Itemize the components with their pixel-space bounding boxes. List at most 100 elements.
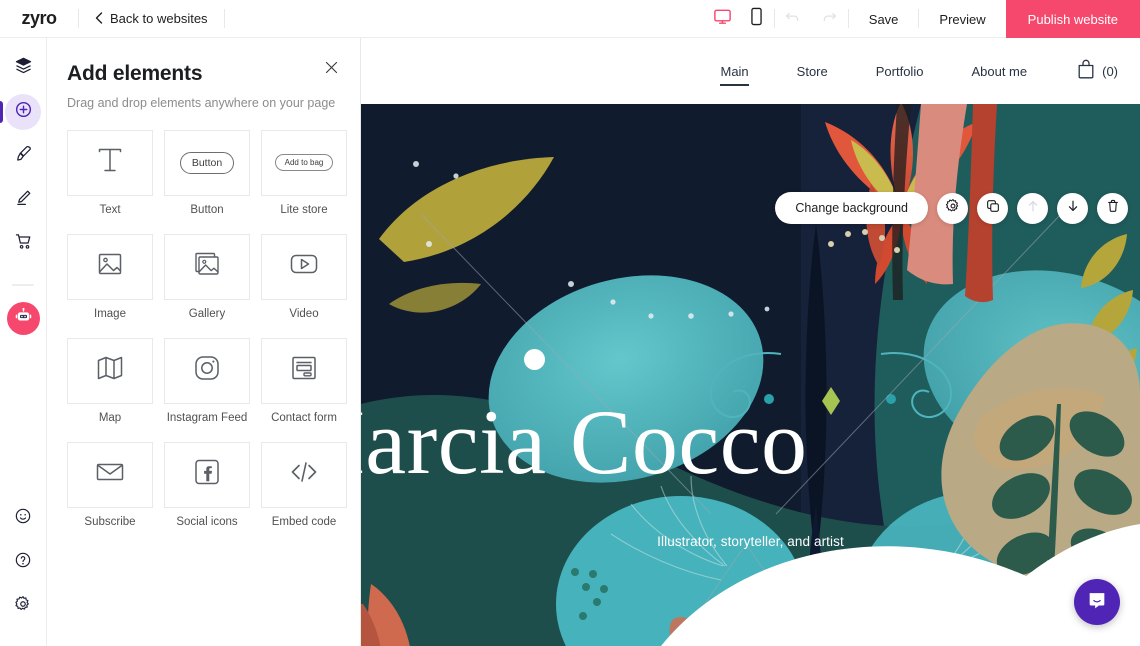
- duplicate-copy-icon: [985, 198, 1001, 219]
- element-tile: Button: [164, 129, 250, 196]
- element-card-lite-store[interactable]: Add to bag Lite store: [261, 129, 347, 216]
- element-card-contact-form[interactable]: Contact form: [261, 337, 347, 424]
- plus-circle-icon: [14, 100, 33, 124]
- element-label: Gallery: [188, 307, 226, 320]
- move-section-up-button[interactable]: [1017, 192, 1048, 224]
- back-to-websites-button[interactable]: Back to websites: [79, 0, 224, 37]
- website-navigation: Main Store Portfolio About me (0): [361, 38, 1140, 104]
- redo-button[interactable]: [812, 0, 848, 38]
- left-sidebar-rail: [0, 38, 47, 646]
- arrow-down-icon: [1065, 198, 1081, 219]
- element-label: Lite store: [280, 203, 328, 216]
- panel-subtitle: Drag and drop elements anywhere on your …: [67, 96, 336, 110]
- element-tile: [261, 441, 347, 508]
- shopping-bag-icon: [1077, 59, 1095, 84]
- element-tile: [164, 233, 250, 300]
- ai-assistant-button[interactable]: [6, 302, 40, 335]
- nav-link-about-me[interactable]: About me: [947, 64, 1051, 79]
- element-tile: [67, 129, 153, 196]
- element-tile: [261, 233, 347, 300]
- sidebar-item-blog[interactable]: [5, 182, 41, 218]
- element-card-map[interactable]: Map: [67, 337, 153, 424]
- embed-code-icon: [287, 455, 321, 494]
- element-card-subscribe[interactable]: Subscribe: [67, 441, 153, 528]
- instagram-icon: [191, 352, 223, 389]
- intercom-chat-icon: [1086, 589, 1108, 616]
- robot-assistant-icon: [14, 307, 33, 331]
- redo-arrow-icon: [821, 8, 838, 30]
- publish-website-button[interactable]: Publish website: [1005, 0, 1140, 38]
- element-label: Button: [190, 203, 224, 216]
- hero-section[interactable]: Marcia Cocco Illustrator, storyteller, a…: [361, 104, 1140, 646]
- sidebar-item-sections[interactable]: [5, 50, 41, 86]
- element-card-instagram-feed[interactable]: Instagram Feed: [164, 337, 250, 424]
- sidebar-item-feedback[interactable]: [5, 500, 41, 536]
- hero-title[interactable]: Marcia Cocco: [361, 396, 1140, 488]
- cart-button[interactable]: (0): [1051, 59, 1118, 84]
- hero-subtitle[interactable]: Illustrator, storyteller, and artist: [361, 534, 1140, 549]
- gear-settings-icon: [945, 198, 961, 219]
- close-panel-button[interactable]: [322, 60, 340, 78]
- undo-button[interactable]: [775, 0, 811, 38]
- change-background-button[interactable]: Change background: [775, 192, 928, 224]
- element-label: Image: [94, 307, 126, 320]
- element-label: Instagram Feed: [166, 411, 248, 424]
- element-tile: [261, 337, 347, 404]
- desktop-monitor-icon: [713, 7, 732, 31]
- nav-link-main[interactable]: Main: [696, 64, 772, 86]
- button-pill-icon: Button: [179, 151, 235, 174]
- element-card-video[interactable]: Video: [261, 233, 347, 320]
- question-help-icon: [14, 551, 32, 574]
- arrow-up-icon: [1025, 198, 1041, 219]
- element-label: Text: [99, 203, 121, 216]
- device-switcher: [706, 0, 774, 37]
- chevron-left-icon: [95, 11, 103, 26]
- facebook-icon: [191, 456, 223, 493]
- elements-grid: Text Button Button Add to bag Lite store: [67, 129, 347, 546]
- element-card-social-icons[interactable]: Social icons: [164, 441, 250, 528]
- element-card-image[interactable]: Image: [67, 233, 153, 320]
- element-tile: [164, 337, 250, 404]
- layers-icon: [14, 56, 33, 80]
- chat-widget-button[interactable]: [1074, 579, 1120, 625]
- element-resize-handle[interactable]: [524, 349, 545, 370]
- preview-button[interactable]: Preview: [919, 0, 1005, 38]
- duplicate-section-button[interactable]: [977, 192, 1008, 224]
- nav-link-portfolio[interactable]: Portfolio: [852, 64, 948, 79]
- sidebar-item-help[interactable]: [5, 544, 41, 580]
- element-label: Contact form: [271, 411, 337, 424]
- sidebar-item-styles[interactable]: [5, 138, 41, 174]
- envelope-icon: [93, 455, 127, 494]
- element-card-text[interactable]: Text: [67, 129, 153, 216]
- element-label: Map: [98, 411, 122, 424]
- zyro-logo[interactable]: zyro: [0, 0, 78, 37]
- save-button[interactable]: Save: [849, 0, 919, 38]
- sidebar-item-add-elements[interactable]: [0, 94, 41, 130]
- element-tile: [67, 337, 153, 404]
- nav-link-store[interactable]: Store: [773, 64, 852, 79]
- element-card-gallery[interactable]: Gallery: [164, 233, 250, 320]
- section-settings-button[interactable]: [937, 192, 968, 224]
- element-tile: [164, 441, 250, 508]
- panel-title: Add elements: [67, 62, 203, 85]
- hero-background-illustration: [361, 104, 1140, 646]
- mobile-view-button[interactable]: [740, 0, 774, 38]
- text-t-icon: [93, 143, 127, 182]
- back-to-websites-label: Back to websites: [110, 11, 208, 26]
- element-tile: [67, 233, 153, 300]
- sidebar-item-store[interactable]: [5, 226, 41, 262]
- delete-section-button[interactable]: [1097, 192, 1128, 224]
- move-section-down-button[interactable]: [1057, 192, 1088, 224]
- gallery-icon: [190, 247, 224, 286]
- mobile-phone-icon: [749, 7, 764, 31]
- sidebar-item-settings[interactable]: [5, 588, 41, 624]
- element-card-embed-code[interactable]: Embed code: [261, 441, 347, 528]
- website-canvas: Main Store Portfolio About me (0) arcia …: [361, 38, 1140, 646]
- cart-count: (0): [1102, 63, 1118, 79]
- desktop-view-button[interactable]: [706, 0, 740, 38]
- gear-settings-icon: [14, 595, 32, 618]
- element-label: Video: [289, 307, 319, 320]
- rail-bottom-group: [5, 500, 41, 646]
- element-card-button[interactable]: Button Button: [164, 129, 250, 216]
